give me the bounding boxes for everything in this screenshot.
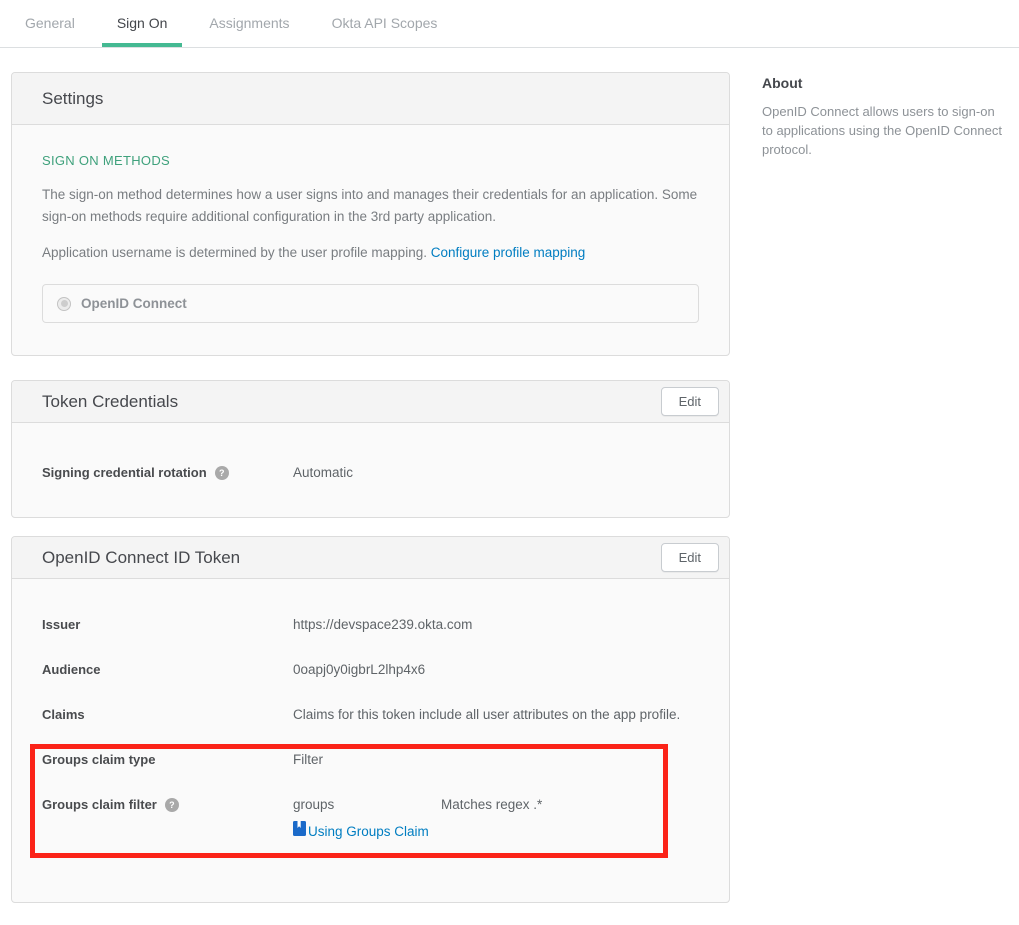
groups-claim-type-value: Filter (293, 750, 323, 770)
claims-row: Claims Claims for this token include all… (42, 705, 699, 725)
token-credentials-edit-button[interactable]: Edit (661, 387, 719, 416)
groups-claim-type-label: Groups claim type (42, 750, 293, 770)
openid-connect-radio[interactable] (57, 297, 71, 311)
app-sign-on-page: General Sign On Assignments Okta API Sco… (0, 0, 1019, 925)
tab-assignments[interactable]: Assignments (194, 0, 304, 47)
claims-value: Claims for this token include all user a… (293, 705, 680, 725)
id-token-edit-button[interactable]: Edit (661, 543, 719, 572)
openid-connect-radio-label: OpenID Connect (81, 296, 187, 311)
id-token-panel: OpenID Connect ID Token Edit Issuer http… (11, 536, 730, 903)
settings-panel-header: Settings (12, 73, 729, 125)
issuer-row: Issuer https://devspace239.okta.com (42, 615, 699, 635)
settings-panel-title: Settings (42, 88, 103, 109)
about-description: OpenID Connect allows users to sign-on t… (762, 103, 1002, 160)
groups-claim-filter-row: Groups claim filter ? groups Matches reg… (42, 795, 699, 842)
signing-credential-rotation-row: Signing credential rotation ? Automatic (42, 463, 699, 483)
sign-on-methods-heading: SIGN ON METHODS (42, 153, 699, 168)
about-title: About (762, 75, 1002, 91)
using-groups-claim-link[interactable]: Using Groups Claim (293, 821, 429, 842)
id-token-title: OpenID Connect ID Token (42, 547, 240, 568)
claims-label: Claims (42, 705, 293, 725)
tab-bar: General Sign On Assignments Okta API Sco… (0, 0, 1019, 48)
issuer-label: Issuer (42, 615, 293, 635)
audience-label: Audience (42, 660, 293, 680)
sign-on-method-option[interactable]: OpenID Connect (42, 284, 699, 323)
audience-value: 0oapj0y0igbrL2lhp4x6 (293, 660, 425, 680)
token-credentials-title: Token Credentials (42, 391, 178, 412)
id-token-header: OpenID Connect ID Token Edit (12, 537, 729, 579)
main-column: Settings SIGN ON METHODS The sign-on met… (11, 48, 730, 903)
tab-general[interactable]: General (10, 0, 90, 47)
about-sidebar: About OpenID Connect allows users to sig… (762, 48, 1002, 160)
groups-claim-filter-label: Groups claim filter ? (42, 795, 293, 815)
token-credentials-header: Token Credentials Edit (12, 381, 729, 423)
help-icon[interactable]: ? (215, 466, 229, 480)
help-icon[interactable]: ? (165, 798, 179, 812)
username-mapping-text: Application username is determined by th… (42, 242, 699, 264)
configure-profile-mapping-link[interactable]: Configure profile mapping (431, 245, 586, 260)
tab-okta-api-scopes[interactable]: Okta API Scopes (317, 0, 453, 47)
signing-credential-rotation-label: Signing credential rotation ? (42, 463, 293, 483)
groups-claim-type-row: Groups claim type Filter (42, 750, 699, 770)
tab-sign-on[interactable]: Sign On (102, 0, 183, 47)
issuer-value: https://devspace239.okta.com (293, 615, 472, 635)
groups-claim-filter-name: groups (293, 795, 441, 815)
groups-claim-filter-match: Matches regex .* (441, 795, 542, 815)
settings-panel: Settings SIGN ON METHODS The sign-on met… (11, 72, 730, 356)
signing-credential-rotation-value: Automatic (293, 463, 353, 483)
book-icon (293, 821, 306, 842)
audience-row: Audience 0oapj0y0igbrL2lhp4x6 (42, 660, 699, 680)
radio-dot (61, 300, 68, 307)
sign-on-method-description: The sign-on method determines how a user… (42, 184, 699, 228)
token-credentials-panel: Token Credentials Edit Signing credentia… (11, 380, 730, 518)
